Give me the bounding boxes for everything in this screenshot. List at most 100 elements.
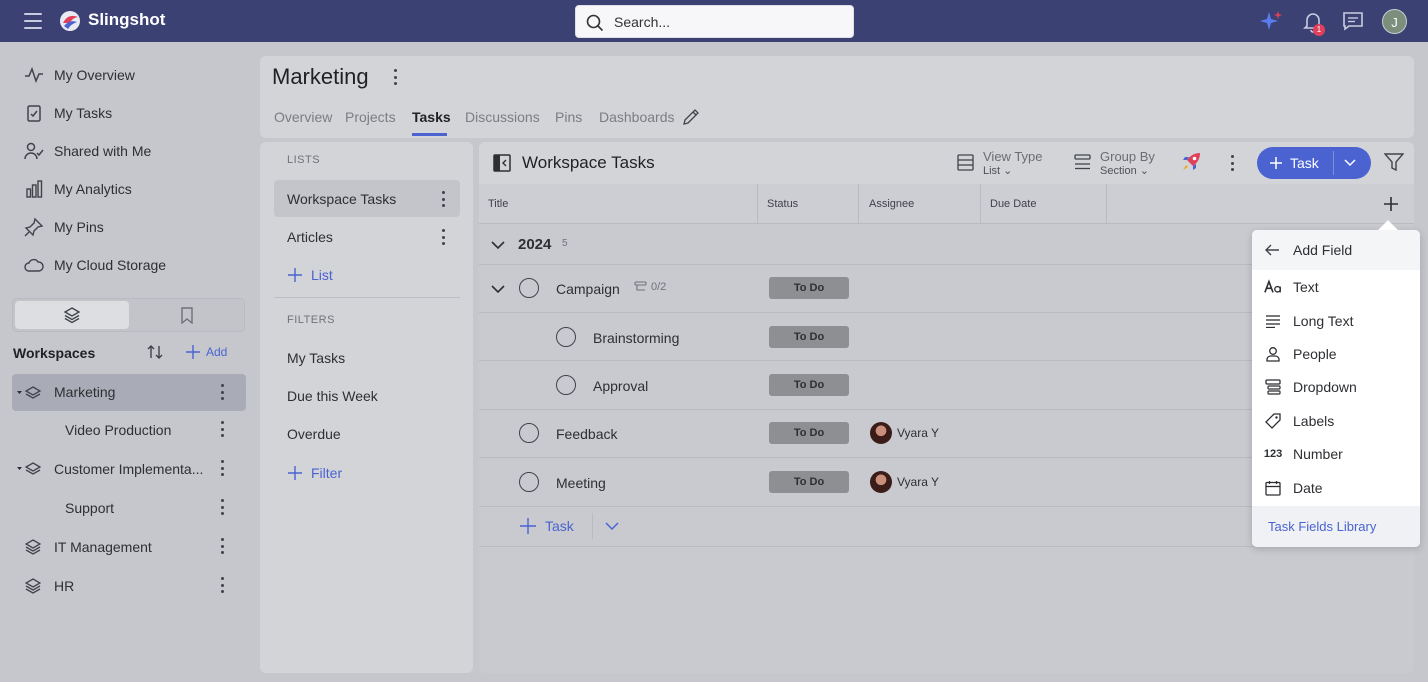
tab-overview[interactable]: Overview [274, 109, 332, 125]
assignee[interactable]: Vyara Y [870, 471, 939, 493]
add-field-header[interactable]: Add Field [1252, 230, 1420, 270]
view-type-selector[interactable]: View Type List ⌄ [983, 150, 1043, 178]
view-type-value: List [983, 165, 1001, 177]
search-box[interactable] [575, 5, 854, 38]
status-badge[interactable]: To Do [769, 471, 849, 493]
status-badge[interactable]: To Do [769, 374, 849, 396]
group-by-value: Section [1100, 165, 1137, 177]
field-option-number[interactable]: 123 Number [1264, 444, 1343, 464]
bar-chart-icon [26, 180, 43, 198]
complete-task-checkbox[interactable] [519, 472, 539, 492]
list-item-articles[interactable]: Articles [274, 218, 460, 255]
clipboard-check-icon [27, 105, 41, 122]
task-name[interactable]: Brainstorming [593, 330, 679, 346]
task-name[interactable]: Campaign [556, 281, 620, 297]
add-filter-button[interactable]: Filter [287, 465, 342, 481]
more-options-icon[interactable] [220, 499, 224, 515]
task-fields-library-link[interactable]: Task Fields Library [1252, 506, 1420, 547]
complete-task-checkbox[interactable] [556, 327, 576, 347]
subtask-count-value: 0/2 [651, 281, 667, 293]
column-header-due-date[interactable]: Due Date [990, 198, 1036, 210]
column-header-assignee[interactable]: Assignee [869, 198, 914, 210]
filter-item-due-this-week[interactable]: Due this Week [274, 377, 460, 414]
field-option-date[interactable]: Date [1264, 478, 1323, 498]
nav-my-pins[interactable]: My Pins [24, 216, 104, 238]
task-name[interactable]: Approval [593, 378, 648, 394]
more-options-icon[interactable] [220, 538, 224, 554]
nav-shared-with-me[interactable]: Shared with Me [24, 140, 151, 162]
more-options-icon[interactable] [220, 421, 224, 437]
menu-icon[interactable] [24, 13, 42, 29]
more-options-icon[interactable] [441, 191, 445, 207]
more-options-icon[interactable] [220, 577, 224, 593]
search-input[interactable] [614, 13, 834, 31]
workspace-item-video-production[interactable]: Video Production [12, 411, 246, 448]
chevron-down-icon[interactable] [1344, 158, 1356, 168]
assignee[interactable]: Vyara Y [870, 422, 939, 444]
nav-my-analytics[interactable]: My Analytics [24, 178, 132, 200]
group-by-selector[interactable]: Group By Section ⌄ [1100, 150, 1155, 178]
complete-task-checkbox[interactable] [519, 423, 539, 443]
nav-label: My Pins [54, 219, 104, 235]
chevron-down-icon[interactable] [605, 521, 619, 531]
chevron-down-icon[interactable] [491, 284, 505, 294]
field-option-text[interactable]: Text [1264, 277, 1319, 297]
list-item-workspace-tasks[interactable]: Workspace Tasks [274, 180, 460, 217]
nav-my-overview[interactable]: My Overview [24, 64, 135, 86]
add-column-icon[interactable] [1383, 196, 1399, 212]
complete-task-checkbox[interactable] [556, 375, 576, 395]
workspace-item-customer-implementation[interactable]: Customer Implementa... [12, 450, 246, 487]
filter-item-my-tasks[interactable]: My Tasks [274, 339, 460, 376]
filter-item-overdue[interactable]: Overdue [274, 415, 460, 452]
field-option-long-text[interactable]: Long Text [1264, 311, 1353, 331]
workspace-item-marketing[interactable]: Marketing [12, 374, 246, 411]
workspace-item-support[interactable]: Support [12, 489, 246, 526]
field-option-label: Text [1293, 279, 1319, 295]
more-options-icon[interactable] [441, 229, 445, 245]
workspaces-toggle-button[interactable] [15, 301, 129, 329]
bookmark-icon[interactable] [180, 307, 194, 324]
field-option-labels[interactable]: Labels [1264, 411, 1334, 431]
task-name[interactable]: Meeting [556, 475, 606, 491]
workspace-item-it-management[interactable]: IT Management [12, 528, 246, 565]
status-badge[interactable]: To Do [769, 422, 849, 444]
workspace-options-icon[interactable] [393, 69, 397, 85]
column-header-title[interactable]: Title [488, 198, 508, 210]
sort-icon[interactable] [146, 343, 164, 361]
field-option-dropdown[interactable]: Dropdown [1264, 377, 1357, 397]
nav-my-cloud-storage[interactable]: My Cloud Storage [24, 254, 166, 276]
chat-icon[interactable] [1341, 9, 1365, 33]
pencil-icon[interactable] [682, 108, 700, 126]
tab-projects[interactable]: Projects [345, 109, 396, 125]
user-avatar[interactable]: J [1382, 9, 1407, 34]
more-options-icon[interactable] [220, 384, 224, 400]
workspace-item-hr[interactable]: HR [12, 567, 246, 604]
status-badge[interactable]: To Do [769, 277, 849, 299]
sparkle-ai-icon[interactable] [1259, 9, 1283, 33]
nav-my-tasks[interactable]: My Tasks [24, 102, 112, 124]
new-task-button[interactable]: Task [1257, 147, 1371, 179]
field-option-people[interactable]: People [1264, 344, 1337, 364]
task-name[interactable]: Feedback [556, 426, 617, 442]
column-header-status[interactable]: Status [767, 198, 798, 210]
rocket-icon[interactable] [1180, 151, 1202, 173]
filter-icon[interactable] [1384, 153, 1404, 172]
add-filter-label: Filter [311, 465, 343, 481]
tab-tasks[interactable]: Tasks [412, 109, 451, 125]
arrow-left-icon[interactable] [1264, 242, 1280, 258]
group-count: 5 [562, 238, 568, 249]
add-workspace-button[interactable]: Add [185, 344, 227, 360]
nav-label: My Tasks [54, 105, 113, 121]
list-options-icon[interactable] [1230, 155, 1234, 171]
tab-discussions[interactable]: Discussions [465, 109, 540, 125]
tab-pins[interactable]: Pins [555, 109, 582, 125]
chevron-down-icon[interactable] [491, 240, 505, 250]
complete-task-checkbox[interactable] [519, 278, 539, 298]
status-badge[interactable]: To Do [769, 326, 849, 348]
add-list-button[interactable]: List [287, 267, 333, 283]
plus-icon [288, 268, 302, 282]
collapse-panel-icon[interactable] [493, 154, 511, 172]
add-task-button[interactable]: Task [519, 517, 574, 535]
more-options-icon[interactable] [220, 460, 224, 476]
tab-dashboards[interactable]: Dashboards [599, 109, 675, 125]
